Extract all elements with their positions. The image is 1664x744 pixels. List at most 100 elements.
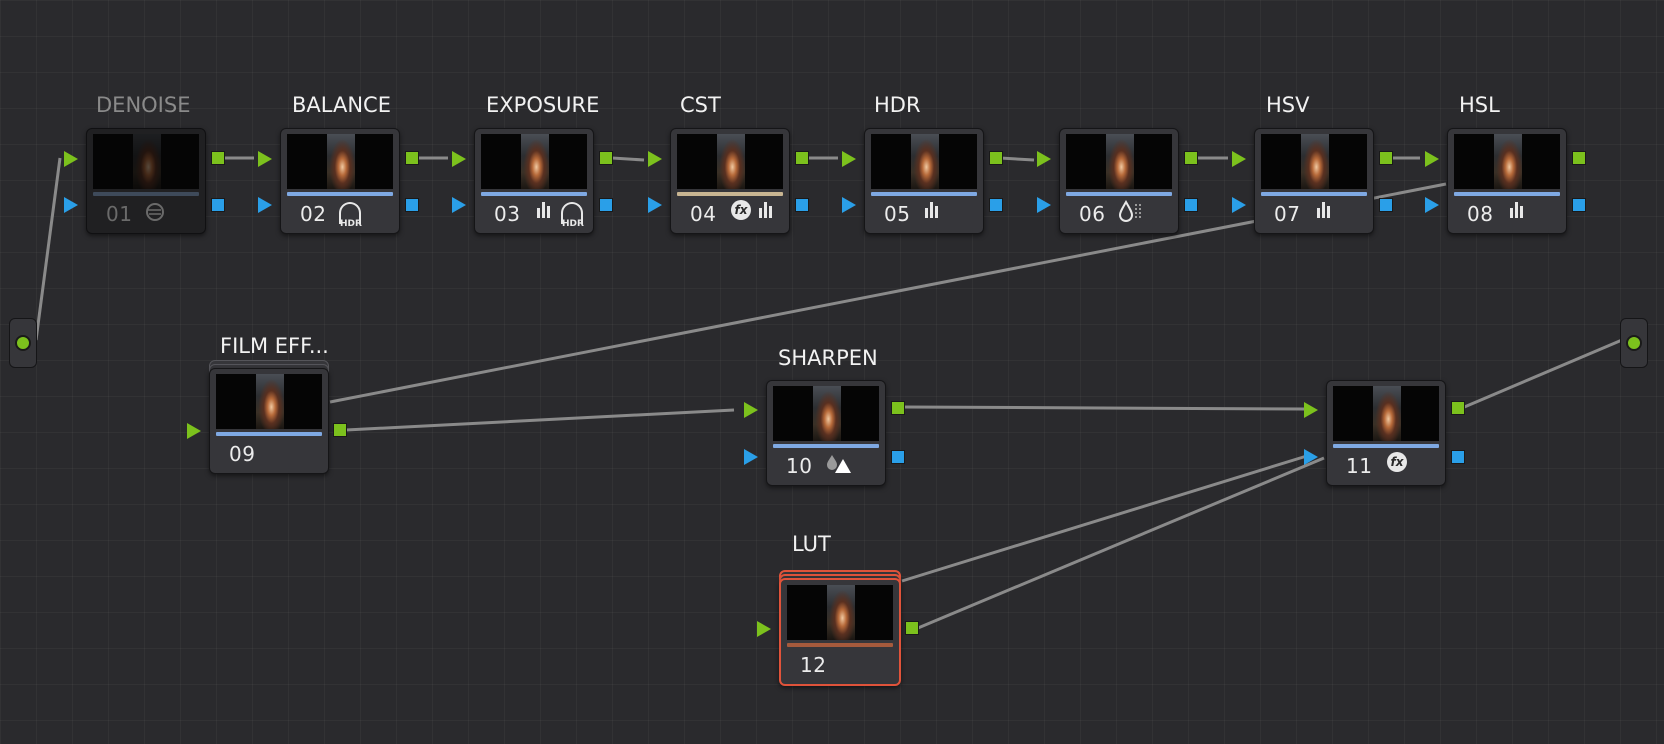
node-10-rgb-output[interactable] (891, 401, 905, 415)
node-03-alpha-input[interactable] (452, 197, 466, 213)
node-08[interactable]: 08 (1447, 128, 1567, 234)
node-body[interactable]: 06 (1059, 128, 1179, 234)
hdr-text: HDR (340, 219, 362, 229)
node-06-alpha-output[interactable] (1184, 198, 1198, 212)
node-12-rgb-input[interactable] (757, 621, 771, 637)
node-09-rgb-input[interactable] (187, 423, 201, 439)
node-11-alpha-output[interactable] (1451, 450, 1465, 464)
node-02-rgb-input[interactable] (258, 151, 272, 167)
node-01-alpha-input[interactable] (64, 197, 78, 213)
hdr-wheel-icon: HDR (561, 202, 584, 229)
input-source-port[interactable] (15, 335, 31, 351)
node-body[interactable]: 02 HDR (280, 128, 400, 234)
node-01-rgb-input[interactable] (64, 151, 78, 167)
node-10-alpha-input[interactable] (744, 449, 758, 465)
node-07-rgb-output[interactable] (1379, 151, 1393, 165)
node-05[interactable]: 05 (864, 128, 984, 234)
fx-text: fx (1387, 452, 1407, 472)
noise-reduction-icon (143, 202, 165, 227)
node-11[interactable]: 11 fx (1326, 380, 1446, 486)
node-02[interactable]: 02 HDR (280, 128, 400, 234)
node-08-alpha-output[interactable] (1572, 198, 1586, 212)
node-05-alpha-output[interactable] (989, 198, 1003, 212)
node-07[interactable]: 07 (1254, 128, 1374, 234)
node-06-alpha-input[interactable] (1037, 197, 1051, 213)
node-03-rgb-input[interactable] (452, 151, 466, 167)
node-body[interactable]: 09 (209, 368, 329, 474)
node-body[interactable]: 11 fx (1326, 380, 1446, 486)
node-04-rgb-input[interactable] (648, 151, 662, 167)
output-port[interactable] (1626, 335, 1642, 351)
node-body[interactable]: 01 (86, 128, 206, 234)
node-body[interactable]: 05 (864, 128, 984, 234)
node-04-alpha-input[interactable] (648, 197, 662, 213)
fx-icon: fx (1387, 452, 1407, 472)
node-05-rgb-input[interactable] (842, 151, 856, 167)
node-number: 12 (800, 653, 827, 677)
node-06-rgb-input[interactable] (1037, 151, 1051, 167)
input-source-terminal[interactable] (9, 318, 37, 368)
node-08-alpha-input[interactable] (1425, 197, 1439, 213)
node-status-bar (787, 643, 893, 647)
node-12-rgb-output[interactable] (905, 621, 919, 635)
node-03[interactable]: 03 HDR (474, 128, 594, 234)
node-10[interactable]: 10 (766, 380, 886, 486)
node-01-rgb-output[interactable] (211, 151, 225, 165)
node-thumbnail (481, 134, 587, 189)
drop-icon (1118, 199, 1146, 228)
hdr-wheel-icon: HDR (339, 202, 362, 229)
hdr-text: HDR (562, 219, 584, 229)
node-body[interactable]: 12 (779, 578, 901, 686)
node-05-rgb-output[interactable] (989, 151, 1003, 165)
node-02-alpha-output[interactable] (405, 198, 419, 212)
node-status-bar (1261, 192, 1367, 196)
node-08-rgb-input[interactable] (1425, 151, 1439, 167)
node-label: DENOISE (96, 93, 191, 117)
node-label: FILM EFF... (220, 334, 329, 358)
blur-sharpen-icon (825, 451, 853, 480)
node-02-alpha-input[interactable] (258, 197, 272, 213)
node-08-rgb-output[interactable] (1572, 151, 1586, 165)
node-07-alpha-output[interactable] (1379, 198, 1393, 212)
wire-11-output (1461, 338, 1623, 410)
node-04[interactable]: 04 fx (670, 128, 790, 234)
node-status-bar (871, 192, 977, 196)
node-02-rgb-output[interactable] (405, 151, 419, 165)
node-01[interactable]: 01 (86, 128, 206, 234)
node-number: 03 (494, 202, 521, 226)
node-10-rgb-input[interactable] (744, 402, 758, 418)
node-04-rgb-output[interactable] (795, 151, 809, 165)
node-09[interactable]: 09 (209, 360, 329, 474)
node-number: 07 (1274, 202, 1301, 226)
node-03-alpha-output[interactable] (599, 198, 613, 212)
node-status-bar (677, 192, 783, 196)
node-body[interactable]: 10 (766, 380, 886, 486)
node-number: 11 (1346, 454, 1373, 478)
node-09-rgb-output[interactable] (333, 423, 347, 437)
node-status-bar (93, 192, 199, 196)
node-status-bar (773, 444, 879, 448)
bars-icon (759, 202, 775, 223)
node-05-alpha-input[interactable] (842, 197, 856, 213)
node-06-rgb-output[interactable] (1184, 151, 1198, 165)
output-terminal[interactable] (1620, 318, 1648, 368)
node-label: EXPOSURE (486, 93, 600, 117)
node-thumbnail (787, 585, 893, 640)
node-body[interactable]: 04 fx (670, 128, 790, 234)
node-12[interactable]: 12 (779, 570, 901, 686)
node-01-alpha-output[interactable] (211, 198, 225, 212)
node-07-rgb-input[interactable] (1232, 151, 1246, 167)
node-04-alpha-output[interactable] (795, 198, 809, 212)
node-07-alpha-input[interactable] (1232, 197, 1246, 213)
node-11-rgb-input[interactable] (1304, 402, 1318, 418)
node-body[interactable]: 03 HDR (474, 128, 594, 234)
node-10-alpha-output[interactable] (891, 450, 905, 464)
node-status-bar (481, 192, 587, 196)
node-03-rgb-output[interactable] (599, 151, 613, 165)
node-06[interactable]: 06 (1059, 128, 1179, 234)
node-body[interactable]: 07 (1254, 128, 1374, 234)
node-body[interactable]: 08 (1447, 128, 1567, 234)
node-11-rgb-output[interactable] (1451, 401, 1465, 415)
wire-source-01 (34, 157, 62, 341)
node-11-alpha-input[interactable] (1304, 449, 1318, 465)
